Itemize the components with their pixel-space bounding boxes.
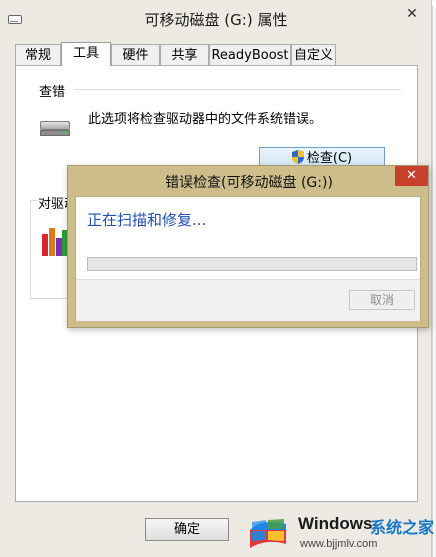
watermark-url: www.bjjmlv.com — [300, 538, 378, 550]
scan-status-text: 正在扫描和修复... — [87, 211, 207, 229]
properties-close-button[interactable]: ✕ — [395, 4, 429, 24]
watermark: Windows 系统之家 www.bjjmlv.com — [246, 508, 436, 557]
tab-general[interactable]: 常规 — [15, 44, 61, 65]
dialog-close-button[interactable]: ✕ — [395, 166, 428, 186]
cancel-button[interactable]: 取消 — [349, 290, 415, 310]
dialog-footer: 取消 — [76, 279, 420, 321]
properties-title: 可移动磁盘 (G:) 属性 — [144, 11, 288, 29]
uac-shield-icon — [291, 150, 304, 164]
check-button-label: 检查(C) — [306, 151, 353, 166]
dialog-body: 正在扫描和修复... 取消 — [75, 196, 421, 321]
dialog-title: 错误检查(可移动磁盘 (G:)) — [165, 175, 333, 191]
error-check-description: 此选项将检查驱动器中的文件系统错误。 — [88, 112, 323, 127]
tab-hardware[interactable]: 硬件 — [111, 44, 160, 65]
tab-customize[interactable]: 自定义 — [291, 44, 336, 65]
properties-titlebar[interactable]: 可移动磁盘 (G:) 属性 ✕ — [0, 0, 432, 36]
windows-logo-icon — [250, 519, 286, 548]
tab-readyboost[interactable]: ReadyBoost — [209, 44, 291, 65]
watermark-brand: Windows — [298, 514, 373, 533]
watermark-subtitle: 系统之家 — [370, 518, 435, 537]
defrag-icon — [40, 224, 68, 256]
scan-progress-bar — [87, 257, 417, 271]
error-check-dialog: 错误检查(可移动磁盘 (G:)) ✕ 正在扫描和修复... 取消 — [67, 165, 429, 328]
tab-sharing[interactable]: 共享 — [160, 44, 209, 65]
error-check-group-title: 查错 — [39, 85, 66, 100]
hard-drive-icon — [40, 121, 70, 136]
group-divider — [74, 89, 401, 90]
ok-button[interactable]: 确定 — [145, 518, 229, 541]
background-window-edge — [432, 6, 436, 557]
tab-tools[interactable]: 工具 — [61, 42, 111, 66]
